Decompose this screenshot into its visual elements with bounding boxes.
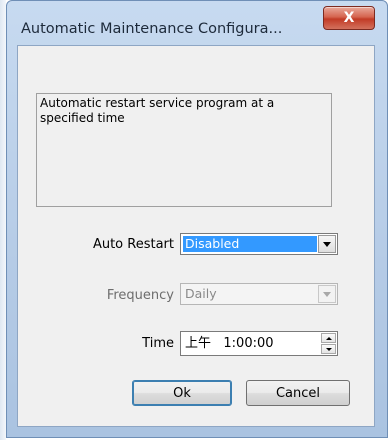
auto-restart-value: Disabled	[183, 236, 317, 252]
time-picker[interactable]: 上午 1:00:00	[180, 331, 338, 356]
frequency-label: Frequency	[106, 288, 174, 303]
frequency-dropdown-button[interactable]	[318, 285, 336, 303]
cancel-button[interactable]: Cancel	[246, 380, 350, 406]
auto-restart-label: Auto Restart	[92, 237, 174, 252]
time-spin-up-button[interactable]	[321, 333, 336, 343]
time-spin-down-button[interactable]	[321, 344, 336, 354]
dialog-client-area: Automatic restart service program at a s…	[17, 45, 375, 427]
frequency-value: Daily	[185, 286, 217, 301]
time-label: Time	[142, 336, 174, 351]
chevron-up-icon	[325, 336, 332, 340]
frequency-dropdown[interactable]: Daily	[180, 283, 338, 305]
window-title: Automatic Maintenance Configura...	[21, 21, 283, 37]
ok-button[interactable]: Ok	[132, 380, 232, 406]
description-box: Automatic restart service program at a s…	[36, 93, 332, 207]
dialog-window: Automatic Maintenance Configura... X Aut…	[6, 0, 388, 438]
time-value[interactable]: 上午 1:00:00	[185, 335, 274, 352]
chevron-down-icon	[323, 241, 331, 247]
auto-restart-dropdown-button[interactable]	[318, 235, 336, 253]
close-icon: X	[343, 10, 355, 26]
time-spinner[interactable]	[321, 333, 336, 354]
chevron-down-icon	[323, 291, 331, 297]
auto-restart-dropdown[interactable]: Disabled	[180, 233, 338, 255]
chevron-down-icon	[325, 347, 332, 351]
title-bar[interactable]: Automatic Maintenance Configura... X	[7, 1, 387, 45]
close-button[interactable]: X	[323, 6, 375, 30]
